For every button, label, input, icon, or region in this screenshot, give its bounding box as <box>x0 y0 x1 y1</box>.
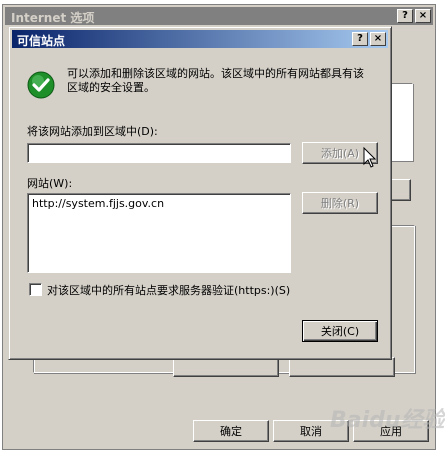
dialog-help-button[interactable]: ? <box>352 32 368 46</box>
outer-close-button[interactable]: × <box>415 9 431 23</box>
add-site-input[interactable] <box>27 143 291 163</box>
dialog-title: 可信站点 <box>17 34 66 48</box>
mouse-cursor-icon <box>363 146 377 169</box>
dialog-close-x-button[interactable]: × <box>370 32 386 46</box>
trusted-sites-dialog: 可信站点 ? × 可以添加和删除该区域的网站。该区域中的所有网站都具有该区域的安… <box>8 26 392 360</box>
close-button[interactable]: 关闭(C) <box>302 320 378 342</box>
watermark: Baidu经验 <box>330 408 445 433</box>
outer-help-button[interactable]: ? <box>397 9 413 23</box>
sites-label: 网站(W): <box>27 177 73 190</box>
dialog-titlebar: 可信站点 ? × <box>12 30 388 48</box>
https-checkbox-label[interactable]: 对该区域中的所有站点要求服务器验证(https:)(S) <box>47 282 290 298</box>
add-site-label: 将该网站添加到区域中(D): <box>27 125 158 138</box>
checkmark-icon <box>27 71 55 99</box>
outer-titlebar: Internet 选项 ? × <box>5 7 433 25</box>
https-checkbox[interactable] <box>29 283 42 296</box>
outer-title: Internet 选项 <box>11 11 95 25</box>
info-text: 可以添加和删除该区域的网站。该区域中的所有网站都具有该区域的安全设置。 <box>67 67 364 94</box>
site-list-item[interactable]: http://system.fjjs.gov.cn <box>32 197 286 210</box>
outer-default-level-button[interactable] <box>289 357 395 377</box>
sites-listbox[interactable]: http://system.fjjs.gov.cn <box>27 193 291 273</box>
outer-custom-level-button[interactable] <box>173 357 279 377</box>
ok-button[interactable]: 确定 <box>193 420 269 442</box>
remove-button[interactable]: 删除(R) <box>302 192 378 214</box>
